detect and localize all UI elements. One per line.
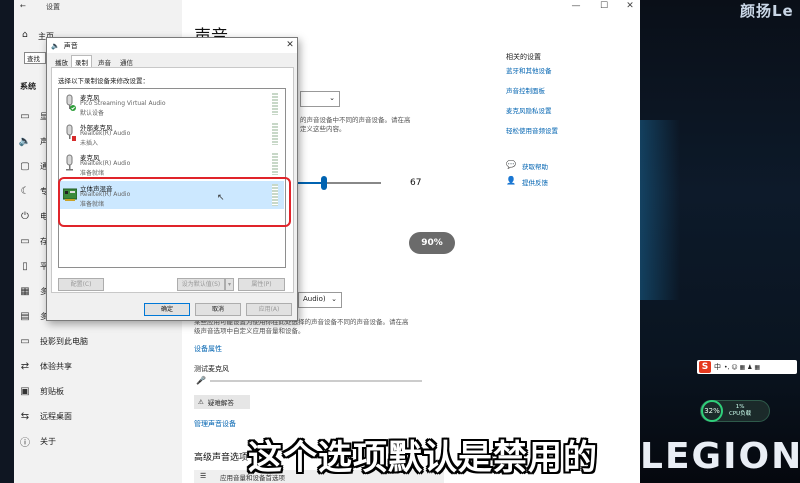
microphone-icon: 🎤 [196, 376, 206, 385]
desktop-left-edge [0, 0, 14, 483]
sogou-icon: S [699, 361, 711, 373]
maximize-button[interactable]: ☐ [594, 0, 614, 12]
ime-toolbar[interactable]: S 中 •, ☺ ▦ ♟ ▦ [697, 360, 797, 374]
settings-title: 设置 [46, 3, 60, 11]
help-icon: 💬 [506, 160, 516, 169]
device-properties-link[interactable]: 设备属性 [194, 344, 222, 354]
device-status: 默认设备 [80, 110, 105, 117]
microphone-icon [66, 94, 76, 111]
dialog-title: 声音 [63, 41, 78, 50]
nav-item-clipboard[interactable]: ▣ 剪贴板 [18, 380, 178, 402]
list-item-device[interactable]: 麦克风 Realtek(R) Audio 准备就绪 [60, 150, 284, 178]
project-icon: ▭ [20, 335, 30, 347]
advanced-sound-heading: 高级声音选项 [194, 453, 249, 463]
get-help-link[interactable]: 获取帮助 [522, 161, 548, 171]
microphone-icon [66, 154, 73, 171]
nav-item-share[interactable]: ⇄ 体验共享 [18, 355, 178, 377]
legion-logo: LEGION [640, 436, 800, 477]
output-device-dropdown[interactable]: ⌄ [300, 91, 340, 107]
list-item-device[interactable]: 麦克风 Pico Streaming Virtual Audio 默认设备 [60, 90, 284, 118]
test-mic-label: 测试麦克风 [194, 365, 229, 373]
chevron-down-icon: ▾ [227, 281, 231, 288]
cpu-percent: 32% [701, 400, 723, 422]
ime-language[interactable]: 中 [714, 362, 721, 372]
nav-item-remote[interactable]: ⇆ 远程桌面 [18, 405, 178, 427]
wallpaper-brand-text: 颜扬Le [740, 2, 794, 20]
nav-section-system: 系统 [20, 82, 36, 91]
ok-button[interactable]: 确定 [144, 303, 190, 316]
remote-icon: ⇆ [20, 410, 30, 422]
troubleshoot-button[interactable]: ⚠ 疑难解答 [194, 395, 250, 409]
manage-devices-link[interactable]: 管理声音设备 [194, 419, 236, 429]
nav-item-project[interactable]: ▭ 投影到此电脑 [18, 330, 178, 352]
video-subtitle: 这个选项默认是禁用的 [248, 438, 598, 478]
ime-symbols[interactable]: •, ☺ ▦ ♟ ▦ [724, 364, 760, 371]
feedback-link[interactable]: 提供反馈 [522, 177, 548, 187]
cpu-label: 1% CPU负载 [729, 404, 752, 417]
minimize-button[interactable]: — [566, 0, 586, 12]
power-icon: ⏻ [21, 210, 29, 222]
configure-button[interactable]: 配置(C) [58, 278, 104, 291]
output-description-2: 定义这些内容。 [300, 125, 346, 133]
multitask-icon: ▦ [20, 285, 30, 297]
tablet-icon: ▯ [22, 260, 28, 272]
level-meter [272, 153, 278, 175]
level-meter [272, 123, 278, 145]
volume-percent-overlay: 90% [409, 232, 455, 254]
volume-value: 67 [410, 178, 422, 188]
related-link-ease-audio[interactable]: 轻松使用音频设置 [506, 125, 558, 135]
apply-button[interactable]: 应用(A) [246, 303, 292, 316]
input-description-2: 级声音选项中自定义应用音量和设备。 [194, 327, 305, 335]
device-status: 准备就绪 [80, 170, 105, 177]
home-icon[interactable]: ⌂ [22, 30, 28, 40]
storage-icon: ▭ [20, 235, 30, 247]
settings-search-input[interactable]: 查找 [24, 52, 46, 64]
related-settings-title: 相关的设置 [506, 53, 541, 61]
warning-icon: ⚠ [198, 398, 204, 406]
level-meter [272, 93, 278, 115]
feedback-icon: 👤 [506, 176, 516, 185]
dialog-close-button[interactable]: ✕ [284, 38, 296, 53]
tab-communications[interactable]: 通信 [116, 55, 137, 67]
cpu-monitor-widget[interactable]: 32% 1% CPU负载 [700, 400, 770, 422]
notification-icon: ▢ [20, 160, 30, 172]
dialog-titlebar[interactable]: 🔈 声音 [47, 38, 297, 53]
multitask-icon: ▤ [20, 310, 30, 322]
microphone-icon [66, 124, 76, 141]
device-driver: Realtek(R) Audio [80, 130, 131, 137]
monitor-icon: ▭ [20, 110, 30, 122]
device-driver: Pico Streaming Virtual Audio [80, 100, 166, 107]
related-link-bluetooth[interactable]: 蓝牙和其他设备 [506, 65, 552, 75]
share-icon: ⇄ [20, 360, 30, 372]
nav-item-about[interactable]: ⓘ 关于 [18, 430, 178, 452]
tab-playback[interactable]: 播放 [51, 55, 72, 67]
speaker-icon: 🔈 [18, 135, 32, 147]
list-item-device[interactable]: 外部麦克风 Realtek(R) Audio 未插入 [60, 120, 284, 148]
device-status: 未插入 [80, 140, 99, 147]
set-default-dropdown[interactable]: ▾ [225, 278, 234, 291]
settings-back-icon[interactable]: ← [20, 2, 26, 10]
cancel-button[interactable]: 取消 [195, 303, 241, 316]
moon-icon: ☾ [20, 185, 30, 197]
info-icon: ⓘ [20, 437, 30, 449]
mic-level-meter [210, 380, 422, 382]
clipboard-icon: ▣ [20, 385, 30, 397]
dialog-instruction: 选择以下录制设备来修改设置： [58, 77, 149, 85]
related-link-mic-privacy[interactable]: 麦克风隐私设置 [506, 105, 552, 115]
related-link-sound-control-panel[interactable]: 声音控制面板 [506, 85, 545, 95]
tab-recording[interactable]: 录制 [71, 55, 92, 67]
speaker-icon: 🔈 [51, 41, 60, 50]
highlight-annotation [58, 177, 291, 227]
chevron-down-icon: ⌄ [331, 295, 337, 303]
input-device-dropdown[interactable]: Audio) ⌄ [298, 292, 342, 308]
output-description-1: 的声音设备中不同的声音设备。请在高 [300, 116, 411, 124]
properties-button[interactable]: 属性(P) [238, 278, 285, 291]
device-driver: Realtek(R) Audio [80, 160, 131, 167]
sliders-icon: ☰ [200, 472, 207, 480]
chevron-down-icon: ⌄ [329, 94, 335, 102]
set-default-button[interactable]: 设为默认值(S) [177, 278, 225, 291]
tab-sounds[interactable]: 声音 [94, 55, 115, 67]
close-button[interactable]: ✕ [620, 0, 640, 12]
volume-slider-thumb[interactable] [321, 176, 327, 190]
